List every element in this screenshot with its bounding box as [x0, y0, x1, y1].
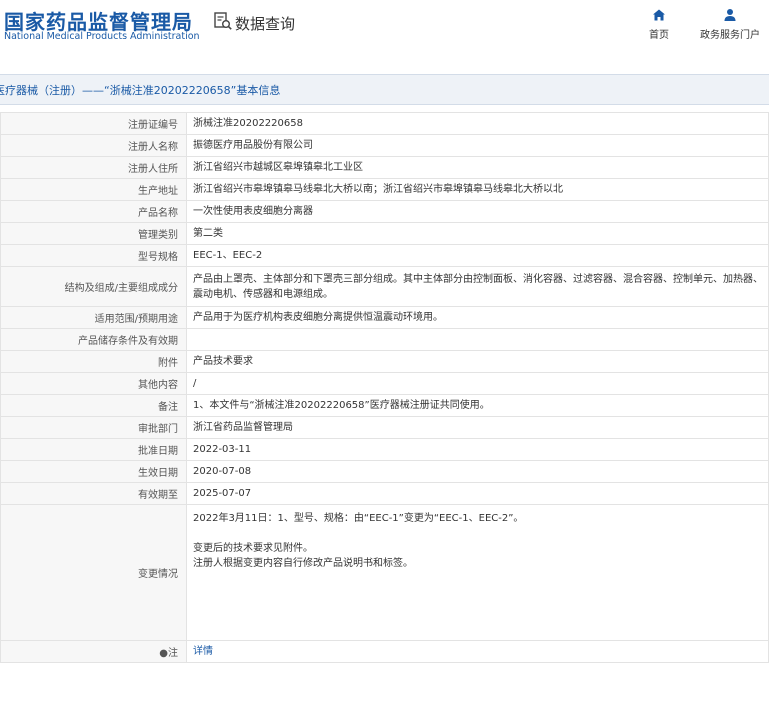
- table-row: 备注 1、本文件与“浙械注准20202220658”医疗器械注册证共同使用。: [0, 394, 769, 417]
- table-row: 生产地址 浙江省绍兴市皋埠镇皋马线皋北大桥以南；浙江省绍兴市皋埠镇皋马线皋北大桥…: [0, 178, 769, 201]
- registration-info-table: 注册证编号 浙械注准20202220658 注册人名称 振德医疗用品股份有限公司…: [0, 112, 769, 663]
- field-label: 管理类别: [0, 222, 187, 245]
- nav-service-portal[interactable]: 政务服务门户: [700, 7, 760, 41]
- field-value: 2022年3月11日：1、型号、规格：由“EEC-1”变更为“EEC-1、EEC…: [186, 504, 769, 641]
- table-row: 结构及组成/主要组成成分 产品由上罩壳、主体部分和下罩壳三部分组成。其中主体部分…: [0, 266, 769, 307]
- field-label: 注册人名称: [0, 134, 187, 157]
- table-row: 审批部门 浙江省药品监督管理局: [0, 416, 769, 439]
- table-row: 批准日期 2022-03-11: [0, 438, 769, 461]
- field-label: 适用范围/预期用途: [0, 306, 187, 329]
- field-value: 第二类: [186, 222, 769, 245]
- field-label: 型号规格: [0, 244, 187, 267]
- table-row: 注册人名称 振德医疗用品股份有限公司: [0, 134, 769, 157]
- table-row: 生效日期 2020-07-08: [0, 460, 769, 483]
- table-row: 其他内容 /: [0, 372, 769, 395]
- table-row: 产品储存条件及有效期: [0, 328, 769, 351]
- field-value: 浙械注准20202220658: [186, 112, 769, 135]
- nav-service-portal-label: 政务服务门户: [700, 30, 760, 41]
- table-row: 产品名称 一次性使用表皮细胞分离器: [0, 200, 769, 223]
- table-row: 注册证编号 浙械注准20202220658: [0, 112, 769, 135]
- field-value: 产品用于为医疗机构表皮细胞分离提供恒温震动环境用。: [186, 306, 769, 329]
- table-row: 注册人住所 浙江省绍兴市越城区皋埠镇皋北工业区: [0, 156, 769, 179]
- field-label: 变更情况: [0, 504, 187, 641]
- table-row: ●注 详情: [0, 640, 769, 663]
- record-title-bar: 医疗器械（注册）——“浙械注准20202220658”基本信息: [0, 74, 769, 105]
- field-value: 2025-07-07: [186, 482, 769, 505]
- field-value: 2020-07-08: [186, 460, 769, 483]
- note-label: ●注: [0, 640, 187, 663]
- field-value: 2022-03-11: [186, 438, 769, 461]
- field-label: 结构及组成/主要组成成分: [0, 266, 187, 307]
- field-value: /: [186, 372, 769, 395]
- record-title: 医疗器械（注册）——“浙械注准20202220658”基本信息: [0, 84, 281, 97]
- field-label: 有效期至: [0, 482, 187, 505]
- table-row: 有效期至 2025-07-07: [0, 482, 769, 505]
- field-label: 备注: [0, 394, 187, 417]
- field-label: 附件: [0, 350, 187, 373]
- field-value: 振德医疗用品股份有限公司: [186, 134, 769, 157]
- field-value: 产品技术要求: [186, 350, 769, 373]
- home-icon: [629, 7, 689, 23]
- field-label: 注册人住所: [0, 156, 187, 179]
- field-value: 浙江省药品监督管理局: [186, 416, 769, 439]
- data-query-button[interactable]: 数据查询: [213, 11, 295, 35]
- nav-home-label: 首页: [649, 30, 669, 41]
- table-row: 适用范围/预期用途 产品用于为医疗机构表皮细胞分离提供恒温震动环境用。: [0, 306, 769, 329]
- field-label: 生效日期: [0, 460, 187, 483]
- field-value: 浙江省绍兴市越城区皋埠镇皋北工业区: [186, 156, 769, 179]
- note-value: 详情: [186, 640, 769, 663]
- data-query-label: 数据查询: [235, 14, 296, 33]
- table-row: 变更情况 2022年3月11日：1、型号、规格：由“EEC-1”变更为“EEC-…: [0, 504, 769, 641]
- table-row: 型号规格 EEC-1、EEC-2: [0, 244, 769, 267]
- field-value: [186, 328, 769, 351]
- field-value: 一次性使用表皮细胞分离器: [186, 200, 769, 223]
- site-header: 国家药品监督管理局 National Medical Products Admi…: [0, 0, 769, 50]
- document-search-icon: [213, 11, 233, 35]
- table-row: 管理类别 第二类: [0, 222, 769, 245]
- logo-subtitle: National Medical Products Administration: [4, 31, 200, 42]
- details-link[interactable]: 详情: [193, 646, 213, 657]
- field-label: 审批部门: [0, 416, 187, 439]
- field-label: 生产地址: [0, 178, 187, 201]
- field-label: 注册证编号: [0, 112, 187, 135]
- field-value: 浙江省绍兴市皋埠镇皋马线皋北大桥以南；浙江省绍兴市皋埠镇皋马线皋北大桥以北: [186, 178, 769, 201]
- user-icon: [700, 7, 760, 23]
- table-row: 附件 产品技术要求: [0, 350, 769, 373]
- field-label: 产品储存条件及有效期: [0, 328, 187, 351]
- nav-home[interactable]: 首页: [629, 7, 689, 41]
- field-value: 产品由上罩壳、主体部分和下罩壳三部分组成。其中主体部分由控制面板、消化容器、过滤…: [186, 266, 769, 307]
- field-label: 批准日期: [0, 438, 187, 461]
- field-value: 1、本文件与“浙械注准20202220658”医疗器械注册证共同使用。: [186, 394, 769, 417]
- field-label: 其他内容: [0, 372, 187, 395]
- field-label: 产品名称: [0, 200, 187, 223]
- field-value: EEC-1、EEC-2: [186, 244, 769, 267]
